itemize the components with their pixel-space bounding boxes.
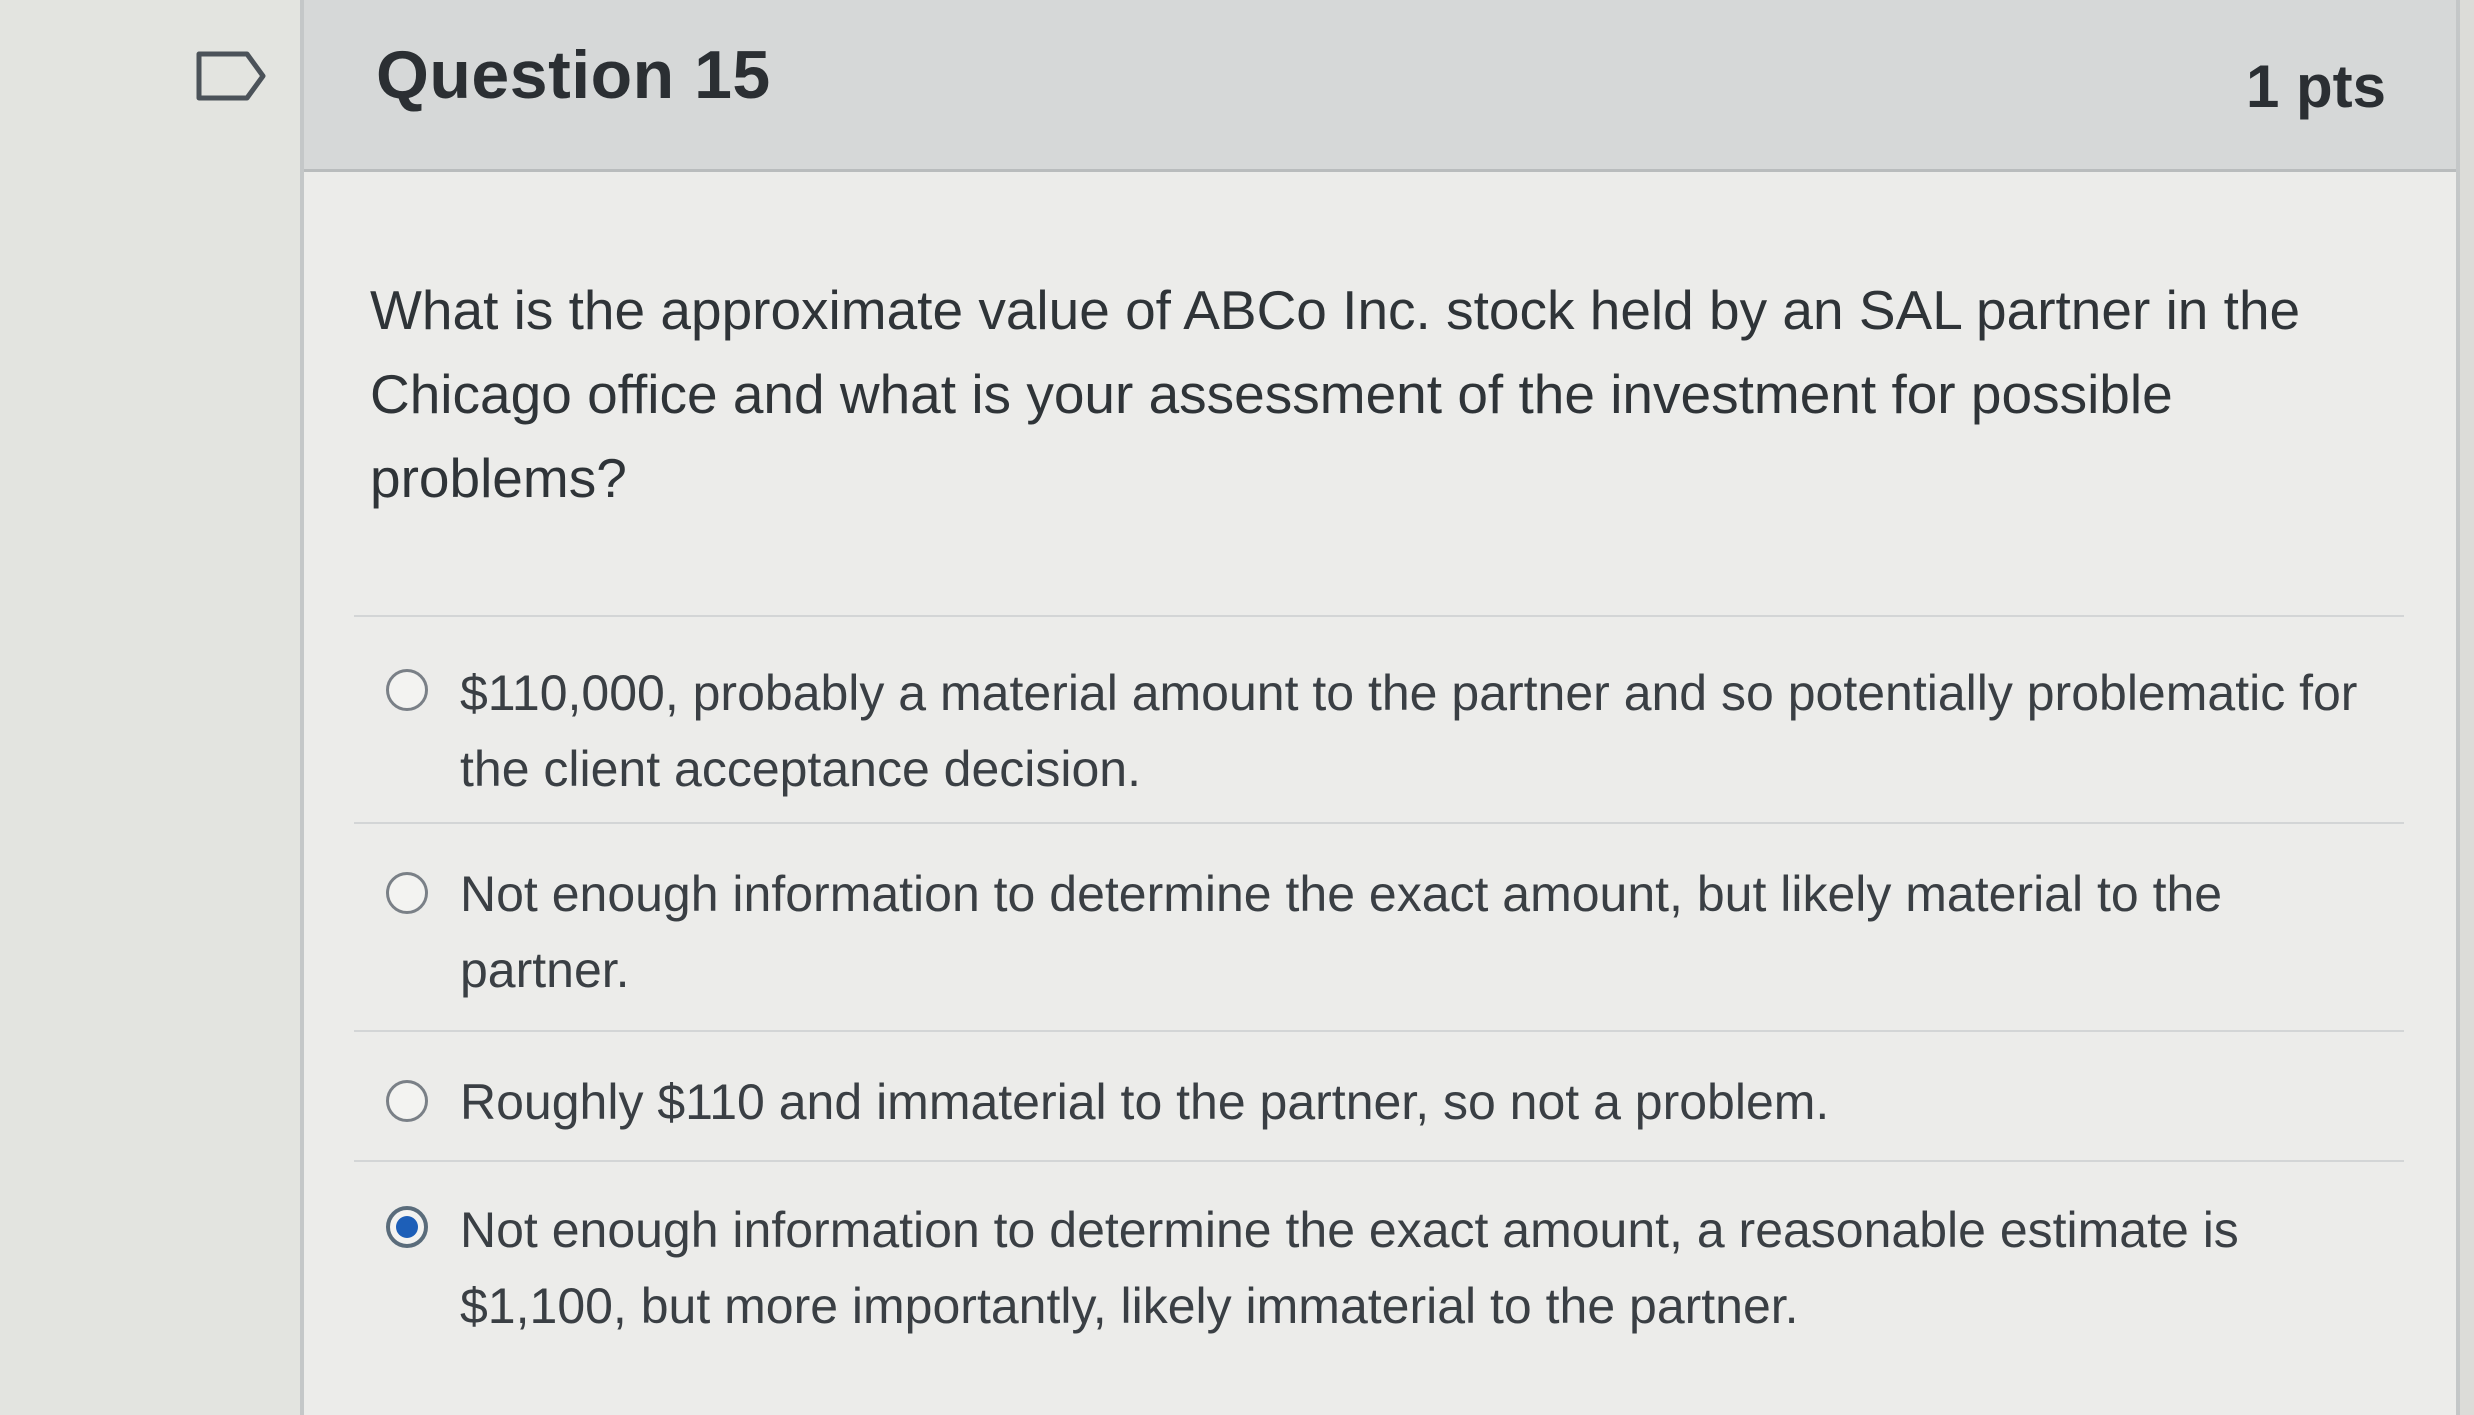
radio-button-icon[interactable] bbox=[386, 872, 428, 914]
answer-option-4[interactable]: Not enough information to determine the … bbox=[354, 1160, 2404, 1360]
question-title: Question 15 bbox=[376, 37, 771, 113]
question-points: 1 pts bbox=[2245, 53, 2386, 120]
answer-option-3[interactable]: Roughly $110 and immaterial to the partn… bbox=[354, 1030, 2404, 1160]
radio-button-icon[interactable] bbox=[386, 669, 428, 711]
question-header: Question 15 1 pts bbox=[304, 0, 2456, 172]
radio-button-selected-icon[interactable] bbox=[386, 1206, 428, 1248]
question-text: What is the approximate value of ABCo In… bbox=[370, 279, 2301, 509]
answer-list: $110,000, probably a material amount to … bbox=[354, 615, 2404, 1360]
answer-label[interactable]: Not enough information to determine the … bbox=[460, 856, 2364, 1008]
question-card: Question 15 1 pts What is the approximat… bbox=[300, 0, 2460, 1415]
answer-option-2[interactable]: Not enough information to determine the … bbox=[354, 822, 2404, 1030]
left-gutter bbox=[0, 0, 300, 1415]
flag-question-icon[interactable] bbox=[195, 50, 267, 102]
answer-option-1[interactable]: $110,000, probably a material amount to … bbox=[354, 615, 2404, 822]
answer-label[interactable]: $110,000, probably a material amount to … bbox=[460, 655, 2364, 807]
answer-label[interactable]: Roughly $110 and immaterial to the partn… bbox=[460, 1064, 2364, 1140]
answer-label[interactable]: Not enough information to determine the … bbox=[460, 1192, 2364, 1344]
radio-button-icon[interactable] bbox=[386, 1080, 428, 1122]
